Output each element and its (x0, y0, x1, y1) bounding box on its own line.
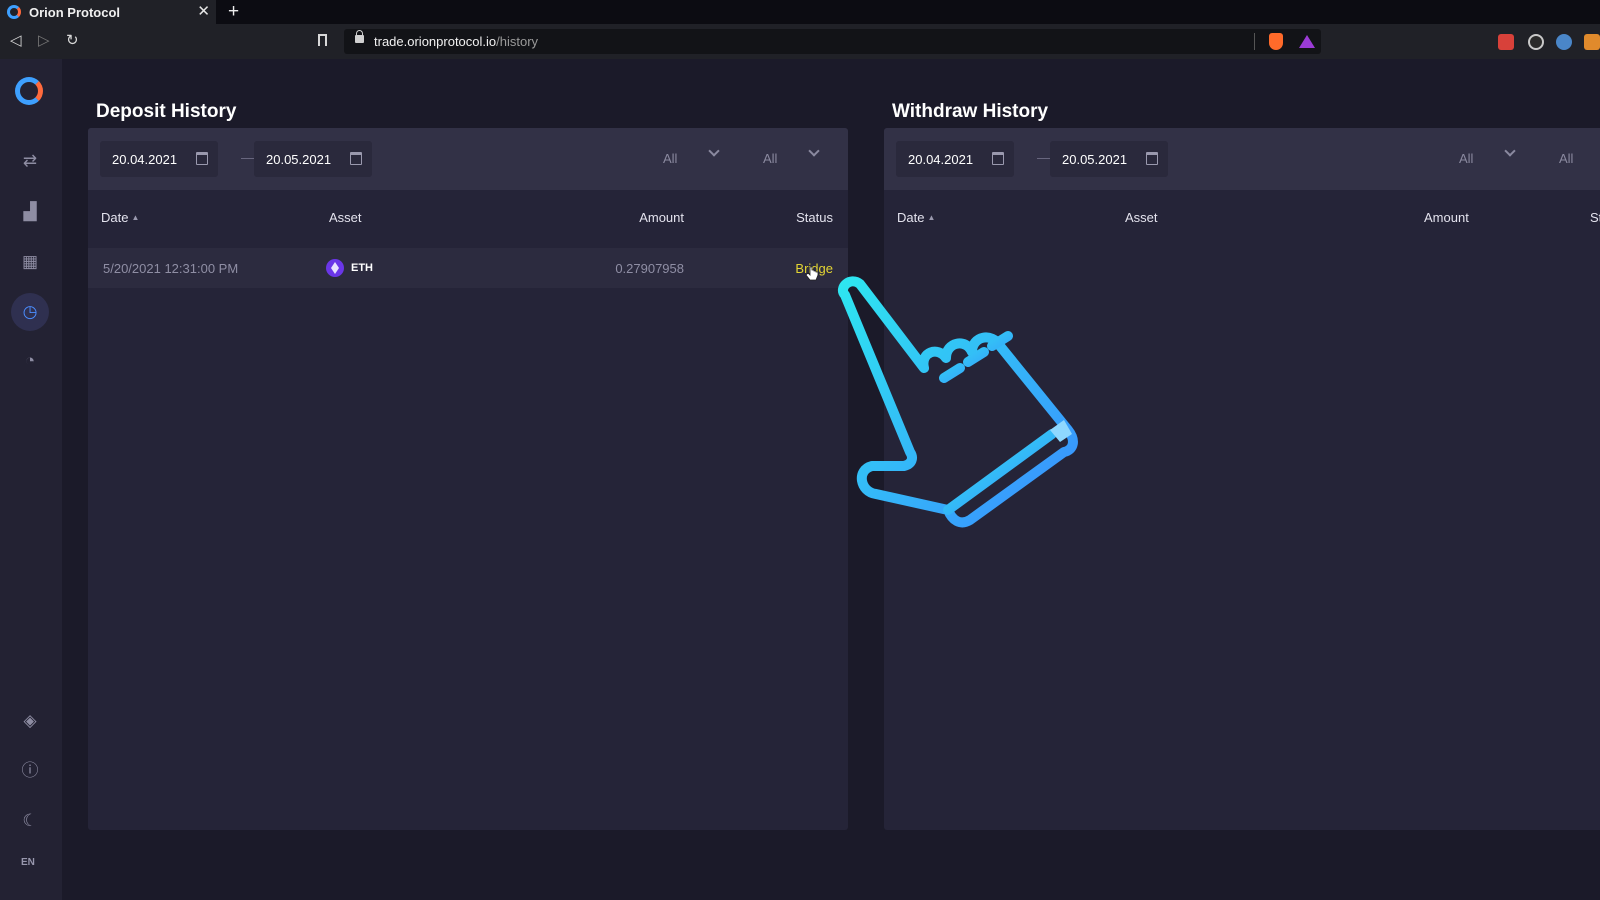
help-icon[interactable]: ⓘ (19, 760, 41, 782)
browser-tab[interactable]: Orion Protocol ✕ (0, 0, 216, 24)
new-tab-icon[interactable]: + (228, 1, 239, 23)
deposit-history-title: Deposit History (96, 101, 237, 122)
close-tab-icon[interactable]: ✕ (197, 3, 210, 21)
address-bar[interactable]: trade.orionprotocol.io/history (344, 29, 1321, 54)
dashboard-icon[interactable]: ▦ (19, 251, 41, 273)
browser-tab-bar: Orion Protocol ✕ + (0, 0, 1600, 24)
history-icon[interactable]: ◷ (11, 293, 49, 331)
column-header-amount[interactable]: Amount (1424, 210, 1469, 225)
tab-title: Orion Protocol (29, 4, 120, 20)
withdraw-date-to[interactable]: 20.05.2021 (1050, 141, 1168, 177)
extension-icon[interactable] (1556, 34, 1572, 50)
column-header-date[interactable]: Date ▲ (101, 210, 139, 225)
url-divider (1254, 33, 1255, 50)
column-header-status[interactable]: St (1590, 210, 1600, 225)
theme-icon[interactable]: ☾ (19, 810, 41, 832)
chart-icon[interactable]: ▟ (19, 201, 41, 223)
row-date: 5/20/2021 12:31:00 PM (103, 261, 239, 276)
calendar-icon[interactable] (196, 152, 208, 165)
sort-up-icon: ▲ (927, 213, 936, 222)
deposit-history-panel: 20.04.2021 — 20.05.2021 All All Date ▲ As… (88, 128, 848, 830)
binance-icon[interactable]: ◈ (19, 710, 41, 732)
deposit-date-to[interactable]: 20.05.2021 (254, 141, 372, 177)
calendar-icon[interactable] (350, 152, 362, 165)
chevron-down-icon[interactable] (1504, 145, 1516, 157)
brave-shield-icon[interactable] (1269, 33, 1283, 50)
column-header-asset[interactable]: Asset (1125, 210, 1158, 225)
back-icon[interactable]: ◁ (10, 32, 22, 50)
withdraw-filter-select-2[interactable]: All (1559, 151, 1573, 166)
pointing-hand-icon (838, 276, 1078, 528)
swap-icon[interactable]: ⇄ (19, 150, 41, 172)
brave-rewards-icon[interactable] (1299, 35, 1315, 48)
app-sidebar: ⇄ ▟ ▦ ◷ ◔ ◈ ⓘ ☾ EN (0, 59, 62, 900)
browser-toolbar: ◁ ▷ ↻ trade.orionprotocol.io/history (0, 24, 1600, 59)
eth-icon (326, 259, 344, 277)
extension-icon[interactable] (1528, 34, 1544, 50)
orion-favicon-icon (7, 5, 21, 19)
deposit-filter-select-2[interactable]: All (763, 151, 777, 166)
date-range-dash: — (241, 149, 255, 165)
forward-icon[interactable]: ▷ (38, 32, 50, 50)
chevron-down-icon[interactable] (808, 145, 820, 157)
row-asset: ETH (351, 262, 373, 274)
column-header-date[interactable]: Date ▲ (897, 210, 935, 225)
sort-up-icon: ▲ (131, 213, 140, 222)
row-amount: 0.27907958 (615, 261, 684, 276)
withdraw-history-title: Withdraw History (892, 101, 1049, 122)
lock-icon (355, 30, 364, 43)
column-header-status[interactable]: Status (796, 210, 833, 225)
deposit-filter-select-1[interactable]: All (663, 151, 677, 166)
orion-logo-icon[interactable] (15, 77, 43, 105)
withdraw-filter-bar: 20.04.2021 — 20.05.2021 All All (884, 128, 1600, 190)
date-range-dash: — (1037, 149, 1051, 165)
extension-icon[interactable] (1498, 34, 1514, 50)
withdraw-date-from[interactable]: 20.04.2021 (896, 141, 1014, 177)
mouse-pointer-icon (805, 266, 819, 281)
language-switch[interactable]: EN (21, 857, 35, 868)
bookmark-icon[interactable] (318, 34, 327, 46)
deposit-filter-bar: 20.04.2021 — 20.05.2021 All All (88, 128, 848, 190)
column-header-amount[interactable]: Amount (639, 210, 684, 225)
table-row[interactable]: 5/20/2021 12:31:00 PM ETH 0.27907958 Bri… (88, 248, 848, 288)
portfolio-icon[interactable]: ◔ (19, 350, 41, 372)
chevron-down-icon[interactable] (708, 145, 720, 157)
withdraw-filter-select-1[interactable]: All (1459, 151, 1473, 166)
calendar-icon[interactable] (1146, 152, 1158, 165)
column-header-asset[interactable]: Asset (329, 210, 362, 225)
deposit-date-from[interactable]: 20.04.2021 (100, 141, 218, 177)
url-text[interactable]: trade.orionprotocol.io/history (374, 34, 538, 49)
metamask-icon[interactable] (1584, 34, 1600, 50)
reload-icon[interactable]: ↻ (66, 32, 79, 50)
calendar-icon[interactable] (992, 152, 1004, 165)
